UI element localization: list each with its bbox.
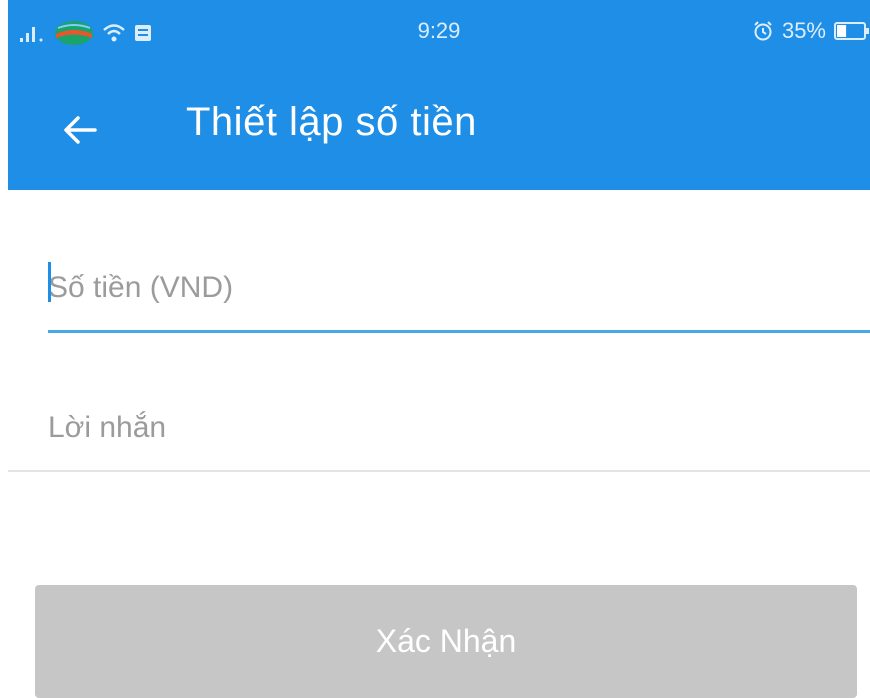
status-time: 9:29 <box>417 18 461 43</box>
message-field-container <box>8 385 870 472</box>
confirm-button[interactable]: Xác Nhận <box>35 585 857 698</box>
alarm-icon <box>752 20 774 42</box>
arrow-left-icon <box>63 115 97 145</box>
text-caret <box>48 262 51 302</box>
page-title: Thiết lập số tiền <box>186 100 477 144</box>
battery-percent: 35% <box>781 18 826 43</box>
back-button[interactable] <box>58 108 102 152</box>
status-bar: 9:29 35% <box>8 0 870 70</box>
app-bar: Thiết lập số tiền <box>8 70 870 190</box>
screen: 9:29 35% Thiết lập số tiền Số tiền (VND)… <box>0 0 870 698</box>
amount-input[interactable] <box>48 245 870 333</box>
status-right-icons: 35% <box>752 18 870 44</box>
battery-icon <box>834 21 870 41</box>
amount-field-container <box>48 245 870 335</box>
message-input[interactable] <box>8 385 870 472</box>
